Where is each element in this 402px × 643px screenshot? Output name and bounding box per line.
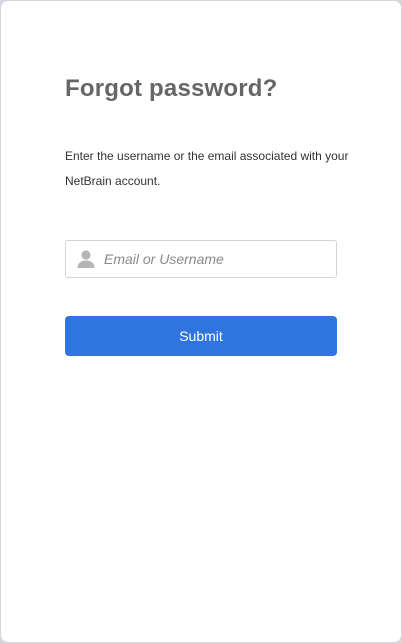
page-title: Forgot password? <box>65 75 278 102</box>
user-icon <box>76 249 96 269</box>
email-username-input[interactable] <box>104 241 332 277</box>
forgot-password-card: Forgot password? Enter the username or t… <box>1 1 401 642</box>
instructions-text: Enter the username or the email associat… <box>65 149 349 188</box>
submit-button[interactable]: Submit <box>65 316 337 356</box>
email-username-field[interactable] <box>65 240 337 278</box>
